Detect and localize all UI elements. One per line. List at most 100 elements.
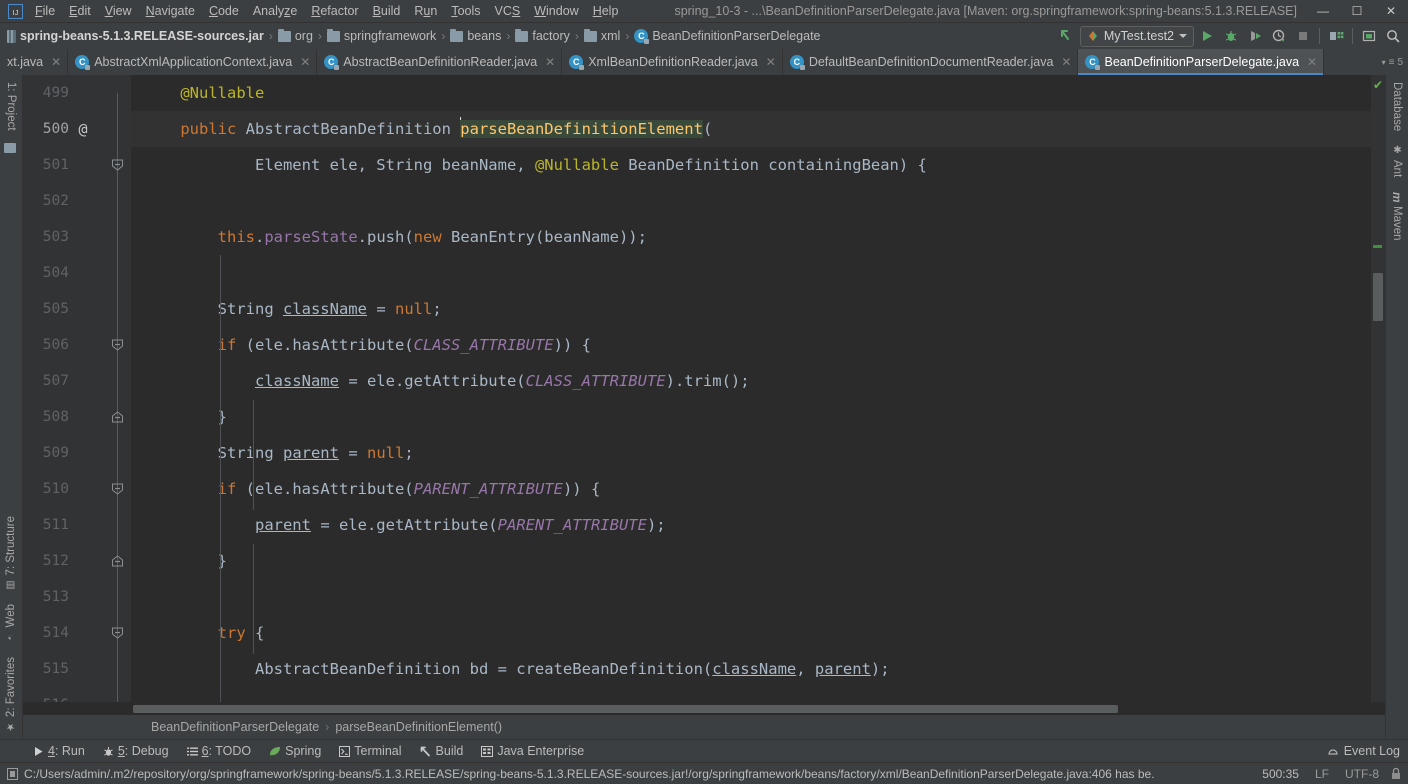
- fold-start-icon[interactable]: [111, 339, 124, 352]
- gutter-line[interactable]: 501: [23, 147, 131, 183]
- toolwindow-button-4-run[interactable]: 4: Run: [24, 742, 94, 760]
- toolwindow-web[interactable]: ◔ Web: [0, 597, 22, 649]
- breadcrumb-item-spring-beans-5-1-3-release-sources-jar[interactable]: spring-beans-5.1.3.RELEASE-sources.jar: [4, 27, 267, 45]
- stop-icon[interactable]: [1292, 25, 1314, 47]
- fold-start-icon[interactable]: [111, 627, 124, 640]
- close-icon[interactable]: ✕: [545, 55, 555, 69]
- gutter-line[interactable]: 506: [23, 327, 131, 363]
- code-line[interactable]: if (ele.hasAttribute(PARENT_ATTRIBUTE)) …: [131, 471, 1371, 507]
- project-structure-icon[interactable]: [1325, 25, 1347, 47]
- editor-viewport[interactable]: 499 500 @501 502 503 504 505 506 507 508 509 510 511…: [23, 75, 1385, 702]
- breadcrumb-item-beans[interactable]: beans: [447, 27, 504, 45]
- menu-item-run[interactable]: Run: [407, 1, 444, 21]
- editor-tab-defaultbeandefinitiondocumentreader-java[interactable]: C DefaultBeanDefinitionDocumentReader.jav…: [783, 49, 1079, 75]
- breadcrumb-item-org[interactable]: org: [275, 27, 316, 45]
- gutter-line[interactable]: 502: [23, 183, 131, 219]
- menu-item-analyze[interactable]: Analyze: [246, 1, 304, 21]
- gutter-line[interactable]: 509: [23, 435, 131, 471]
- code-line[interactable]: [131, 687, 1371, 702]
- toolwindow-button-5-debug[interactable]: 5: Debug: [94, 742, 178, 760]
- menu-item-navigate[interactable]: Navigate: [139, 1, 202, 21]
- close-icon[interactable]: ✕: [1307, 55, 1317, 69]
- code-line[interactable]: parent = ele.getAttribute(PARENT_ATTRIBU…: [131, 507, 1371, 543]
- menu-item-refactor[interactable]: Refactor: [304, 1, 365, 21]
- code-line[interactable]: [131, 255, 1371, 291]
- toolwindow-button-6-todo[interactable]: 6: TODO: [178, 742, 261, 760]
- open-terminal-icon[interactable]: [1358, 25, 1380, 47]
- toolwindow-7-structure[interactable]: ▤ 7: Structure: [0, 509, 22, 597]
- code-line[interactable]: @Nullable: [131, 75, 1371, 111]
- line-separator[interactable]: LF: [1310, 767, 1334, 781]
- gutter-line[interactable]: 512: [23, 543, 131, 579]
- close-icon[interactable]: ✕: [51, 55, 61, 69]
- toolwindow-ant[interactable]: ✱ Ant: [1386, 138, 1408, 184]
- maximize-button[interactable]: ☐: [1340, 0, 1374, 22]
- caret-position[interactable]: 500:35: [1257, 767, 1304, 781]
- menu-item-edit[interactable]: Edit: [62, 1, 98, 21]
- fold-end-icon[interactable]: [111, 555, 124, 568]
- gutter-line[interactable]: 511: [23, 507, 131, 543]
- editor-tab-xmlbeandefinitionreader-java[interactable]: C XmlBeanDefinitionReader.java ✕: [562, 49, 783, 75]
- toolwindow-button-java-enterprise[interactable]: Java Enterprise: [472, 742, 593, 760]
- code-line[interactable]: [131, 183, 1371, 219]
- code-area[interactable]: @Nullable public AbstractBeanDefinition …: [131, 75, 1371, 702]
- gutter-line[interactable]: 507: [23, 363, 131, 399]
- menu-item-code[interactable]: Code: [202, 1, 246, 21]
- gutter-line[interactable]: 505: [23, 291, 131, 327]
- breadcrumb-item-springframework[interactable]: springframework: [324, 27, 439, 45]
- close-icon[interactable]: ✕: [1061, 55, 1071, 69]
- code-line[interactable]: public AbstractBeanDefinition parseBeanD…: [131, 111, 1371, 147]
- code-line[interactable]: }: [131, 543, 1371, 579]
- code-line[interactable]: String parent = null;: [131, 435, 1371, 471]
- fold-start-icon[interactable]: [111, 159, 124, 172]
- minimize-button[interactable]: —: [1306, 0, 1340, 22]
- breadcrumb-item-xml[interactable]: xml: [581, 27, 623, 45]
- run-with-coverage-icon[interactable]: [1244, 25, 1266, 47]
- event-log-button[interactable]: Event Log: [1327, 744, 1408, 758]
- menu-item-view[interactable]: View: [98, 1, 139, 21]
- horizontal-scrollbar[interactable]: [23, 702, 1385, 715]
- menu-item-tools[interactable]: Tools: [444, 1, 487, 21]
- menu-item-file[interactable]: File: [28, 1, 62, 21]
- breadcrumb-item-factory[interactable]: factory: [512, 27, 573, 45]
- gutter-line[interactable]: 516: [23, 687, 131, 702]
- code-line[interactable]: }: [131, 399, 1371, 435]
- override-marker-icon[interactable]: @: [71, 120, 95, 138]
- editor-tab-beandefinitionparserdelegate-java[interactable]: C BeanDefinitionParserDelegate.java ✕: [1078, 49, 1325, 75]
- gutter-line[interactable]: 514: [23, 615, 131, 651]
- gutter-line[interactable]: 503: [23, 219, 131, 255]
- marker-pane[interactable]: ✔: [1371, 75, 1385, 702]
- fold-end-icon[interactable]: [111, 411, 124, 424]
- code-line[interactable]: AbstractBeanDefinition bd = createBeanDe…: [131, 651, 1371, 687]
- run-configuration-selector[interactable]: MyTest.test2: [1079, 25, 1194, 47]
- menu-item-help[interactable]: Help: [586, 1, 626, 21]
- toolwindow-2-favorites[interactable]: ★ 2: Favorites: [0, 650, 22, 739]
- breadcrumb-class[interactable]: BeanDefinitionParserDelegate: [151, 720, 319, 734]
- debug-icon[interactable]: [1220, 25, 1242, 47]
- profile-icon[interactable]: [1268, 25, 1290, 47]
- toolwindow-1-project[interactable]: 1: Project: [0, 75, 22, 138]
- project-icon[interactable]: [0, 138, 22, 156]
- file-encoding[interactable]: UTF-8: [1340, 767, 1384, 781]
- toolwindow-button-spring[interactable]: Spring: [260, 742, 330, 760]
- menu-item-window[interactable]: Window: [527, 1, 585, 21]
- toolwindow-button-build[interactable]: Build: [411, 742, 473, 760]
- menu-item-vcs[interactable]: VCS: [488, 1, 528, 21]
- code-line[interactable]: if (ele.hasAttribute(CLASS_ATTRIBUTE)) {: [131, 327, 1371, 363]
- run-icon[interactable]: [1196, 25, 1218, 47]
- scrollbar-thumb[interactable]: [1373, 273, 1383, 321]
- search-everywhere-icon[interactable]: [1382, 25, 1404, 47]
- toolwindow-maven[interactable]: m Maven: [1386, 185, 1408, 248]
- close-icon[interactable]: ✕: [766, 55, 776, 69]
- close-icon[interactable]: ✕: [300, 55, 310, 69]
- editor-tab-abstractbeandefinitionreader-java[interactable]: C AbstractBeanDefinitionReader.java ✕: [317, 49, 563, 75]
- gutter-line[interactable]: 508: [23, 399, 131, 435]
- close-button[interactable]: ✕: [1374, 0, 1408, 22]
- back-arrow-icon[interactable]: [1056, 25, 1078, 47]
- code-line[interactable]: [131, 579, 1371, 615]
- gutter-line[interactable]: 510: [23, 471, 131, 507]
- code-line[interactable]: try {: [131, 615, 1371, 651]
- code-line[interactable]: Element ele, String beanName, @Nullable …: [131, 147, 1371, 183]
- toolwindow-button-terminal[interactable]: Terminal: [330, 742, 410, 760]
- code-line[interactable]: className = ele.getAttribute(CLASS_ATTRI…: [131, 363, 1371, 399]
